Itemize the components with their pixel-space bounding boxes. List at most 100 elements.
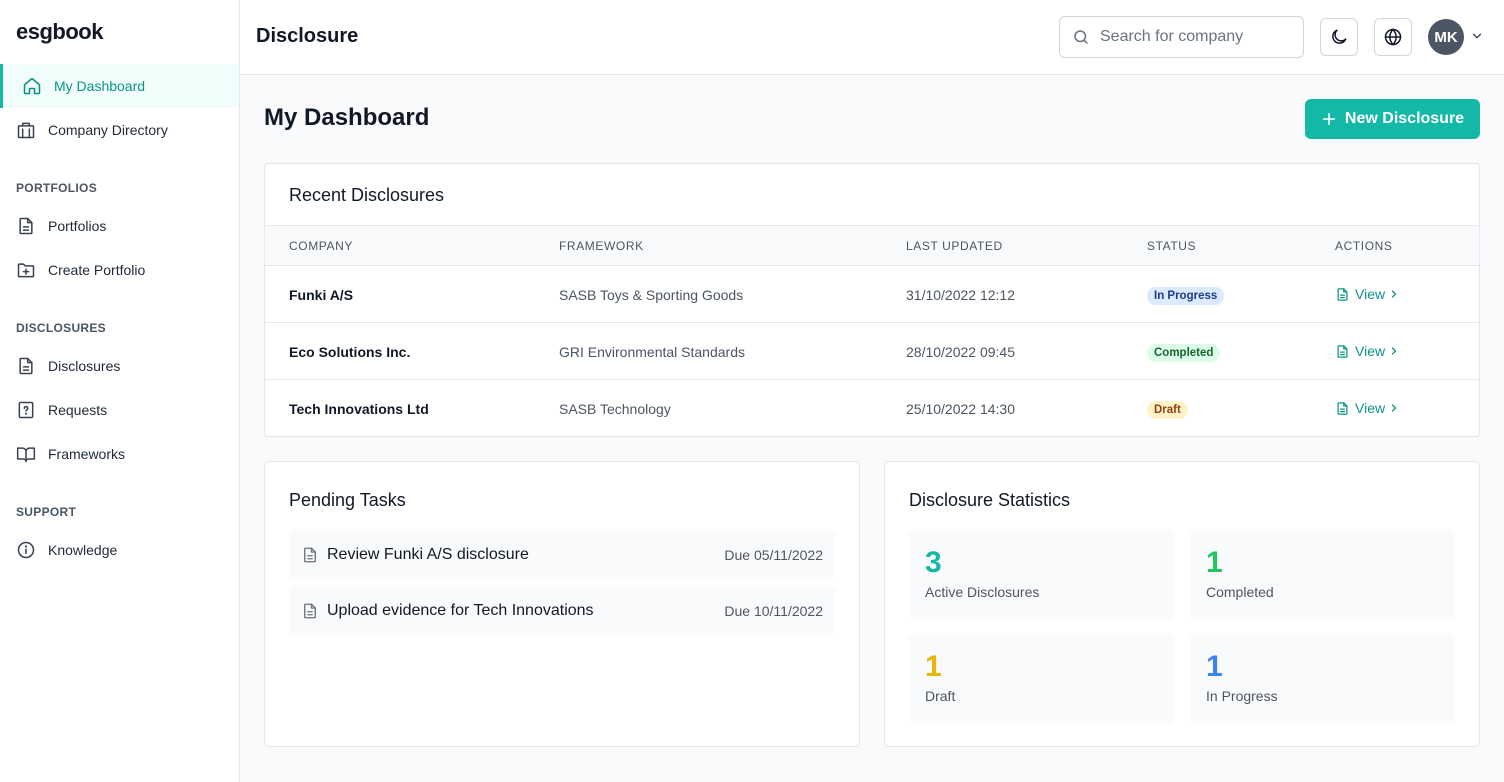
book-open-icon (16, 447, 36, 463)
column-header-actions: ACTIONS (1335, 239, 1393, 253)
task-name: Review Funki A/S disclosure (327, 546, 529, 563)
stat-draft: 1 Draft (909, 635, 1174, 723)
recent-disclosures-card: Recent Disclosures COMPANY FRAMEWORK LAS… (264, 163, 1480, 437)
column-header-framework: FRAMEWORK (559, 239, 644, 253)
document-icon (1337, 287, 1348, 301)
sidebar-item-label: Company Directory (48, 122, 168, 138)
sidebar-item-label: My Dashboard (54, 78, 146, 94)
stat-label: Completed (1206, 584, 1274, 600)
search-icon (1074, 30, 1088, 44)
chevron-right-icon (1391, 404, 1397, 412)
cell-company: Funki A/S (289, 287, 354, 303)
cell-framework: SASB Toys & Sporting Goods (559, 287, 744, 303)
task-item[interactable]: Upload evidence for Tech Innovations Due… (289, 587, 835, 635)
pending-tasks-card: Pending Tasks Review Funki A/S disclosur… (264, 461, 860, 747)
document-icon (304, 547, 316, 563)
page-title: My Dashboard (264, 104, 430, 131)
document-icon (19, 357, 33, 375)
info-icon (17, 541, 35, 559)
recent-disclosures-title: Recent Disclosures (289, 185, 445, 205)
cell-framework: GRI Environmental Standards (559, 344, 745, 360)
folder-plus-icon (17, 263, 35, 278)
sidebar-item-my-dashboard[interactable]: My Dashboard (0, 64, 239, 108)
stat-value: 1 (1206, 650, 1223, 683)
sidebar-item-portfolios[interactable]: Portfolios (0, 204, 239, 248)
view-link[interactable]: View (1335, 286, 1400, 302)
stat-value: 1 (925, 650, 942, 683)
stat-label: Active Disclosures (925, 584, 1040, 600)
section-support: SUPPORT (16, 505, 77, 519)
cell-last-updated: 31/10/2022 12:12 (906, 287, 1015, 303)
document-icon (304, 603, 316, 619)
sidebar-item-requests[interactable]: Requests (0, 388, 239, 432)
cell-last-updated: 28/10/2022 09:45 (906, 344, 1015, 360)
cell-company: Eco Solutions Inc. (289, 344, 411, 360)
globe-icon (1384, 28, 1402, 46)
cell-company: Tech Innovations Ltd (289, 401, 429, 417)
status-badge: Draft (1147, 401, 1188, 419)
task-item[interactable]: Review Funki A/S disclosure Due 05/11/20… (289, 531, 835, 579)
sidebar-item-label: Frameworks (48, 446, 126, 462)
cell-framework: SASB Technology (559, 401, 671, 417)
sidebar-item-knowledge[interactable]: Knowledge (0, 528, 239, 572)
table-row: Eco Solutions Inc. GRI Environmental Sta… (265, 323, 1479, 380)
search-input[interactable] (1100, 28, 1290, 46)
chevron-right-icon (1391, 347, 1397, 355)
cell-last-updated: 25/10/2022 14:30 (906, 401, 1015, 417)
view-label: View (1355, 343, 1386, 359)
section-portfolios: PORTFOLIOS (16, 181, 97, 195)
theme-toggle-button[interactable] (1320, 18, 1358, 56)
section-disclosures: DISCLOSURES (16, 321, 106, 335)
moon-icon (1332, 29, 1347, 44)
status-badge: Completed (1147, 344, 1221, 362)
sidebar-item-label: Create Portfolio (48, 262, 146, 278)
new-disclosure-button[interactable]: New Disclosure (1305, 99, 1480, 139)
sidebar-item-label: Requests (48, 402, 108, 418)
user-avatar[interactable]: MK (1428, 19, 1464, 55)
disclosure-statistics-card: Disclosure Statistics 3 Active Disclosur… (884, 461, 1480, 747)
view-link[interactable]: View (1335, 400, 1400, 416)
sidebar-item-company-directory[interactable]: Company Directory (0, 108, 239, 152)
sidebar-item-label: Knowledge (48, 542, 118, 558)
app-logo[interactable]: esgbook (16, 19, 103, 45)
sidebar-item-label: Disclosures (48, 358, 121, 374)
chevron-down-icon[interactable] (1470, 29, 1484, 43)
top-header: Disclosure MK (240, 0, 1504, 75)
pending-tasks-title: Pending Tasks (289, 490, 406, 510)
view-label: View (1355, 400, 1386, 416)
stat-active-disclosures: 3 Active Disclosures (909, 531, 1174, 619)
stat-label: In Progress (1206, 688, 1278, 704)
table-row: Tech Innovations Ltd SASB Technology 25/… (265, 380, 1479, 437)
stat-value: 1 (1206, 546, 1223, 579)
document-icon (1337, 401, 1348, 415)
sidebar: esgbook My Dashboard Company Directory P… (0, 0, 240, 782)
table-row: Funki A/S SASB Toys & Sporting Goods 31/… (265, 266, 1479, 323)
new-disclosure-label: New Disclosure (1344, 110, 1465, 127)
table-header: COMPANY FRAMEWORK LAST UPDATED STATUS AC… (265, 225, 1479, 266)
column-header-last-updated: LAST UPDATED (906, 239, 1003, 253)
document-icon (19, 217, 33, 235)
question-file-icon (18, 401, 34, 419)
sidebar-item-disclosures[interactable]: Disclosures (0, 344, 239, 388)
stat-in-progress: 1 In Progress (1190, 635, 1455, 723)
stat-label: Draft (925, 688, 956, 704)
search-box[interactable] (1059, 16, 1304, 58)
plus-icon (1322, 112, 1336, 126)
building-icon (17, 122, 35, 139)
sidebar-item-frameworks[interactable]: Frameworks (0, 432, 239, 476)
header-title: Disclosure (256, 25, 359, 47)
stat-completed: 1 Completed (1190, 531, 1455, 619)
sidebar-item-create-portfolio[interactable]: Create Portfolio (0, 248, 239, 292)
task-due-date: Due 10/11/2022 (724, 603, 823, 619)
status-badge: In Progress (1147, 287, 1225, 305)
language-button[interactable] (1374, 18, 1412, 56)
sidebar-item-label: Portfolios (48, 218, 107, 234)
task-due-date: Due 05/11/2022 (724, 547, 823, 563)
chevron-right-icon (1391, 290, 1397, 298)
column-header-status: STATUS (1147, 239, 1197, 253)
disclosure-statistics-title: Disclosure Statistics (909, 490, 1071, 510)
view-label: View (1355, 286, 1386, 302)
stat-value: 3 (925, 546, 942, 579)
view-link[interactable]: View (1335, 343, 1400, 359)
home-icon (23, 77, 41, 95)
